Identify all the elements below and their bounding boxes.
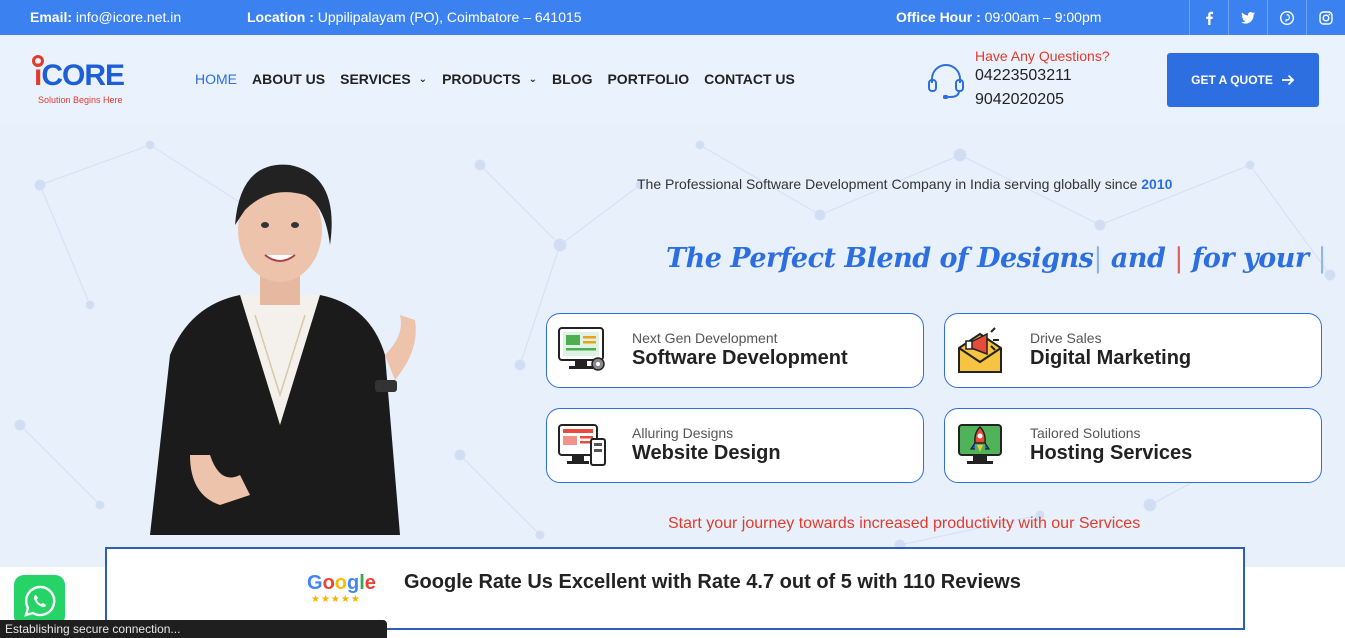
hero-section: The Professional Software Development Co… <box>0 125 1345 567</box>
website-design-icon <box>558 424 606 466</box>
service-title: Digital Marketing <box>1030 347 1192 369</box>
chevron-down-icon: ⌄ <box>528 73 538 85</box>
location-text: Uppilipalayam (PO), Coimbatore – 641015 <box>317 9 582 25</box>
location-label: Location : <box>247 9 314 25</box>
whatsapp-icon <box>23 585 55 617</box>
nav-home[interactable]: HOME <box>195 71 237 87</box>
phone-number-1[interactable]: 04223503211 <box>975 67 1072 85</box>
get-a-quote-button[interactable]: GET A QUOTE <box>1167 53 1319 107</box>
nav-about-label: ABOUT US <box>252 71 326 87</box>
pinterest-icon[interactable] <box>1267 0 1306 35</box>
office-hours-info: Office Hour : 09:00am – 9:00pm <box>896 9 1101 25</box>
headline-part-1: The Perfect Blend of Designs <box>666 243 1094 274</box>
site-header: iCORE Solution Begins Here HOME ABOUT US… <box>0 35 1345 125</box>
logo-mark: iCORE <box>34 59 125 93</box>
nav-blog-label: BLOG <box>552 71 593 87</box>
have-questions-text: Have Any Questions? <box>975 48 1110 64</box>
rating-text: Google Rate Us Excellent with Rate 4.7 o… <box>404 571 1021 593</box>
nav-about-us[interactable]: ABOUT US <box>252 71 325 87</box>
google-rating-banner[interactable]: Google ★★★★★ Google Rate Us Excellent wi… <box>105 547 1245 630</box>
office-hours-text: 09:00am – 9:00pm <box>984 9 1102 25</box>
arrow-right-icon <box>1281 74 1295 86</box>
google-logo: Google <box>307 572 376 594</box>
headline-part-3: for your <box>1191 243 1309 274</box>
service-subtitle: Next Gen Development <box>632 330 778 346</box>
hosting-services-icon <box>958 424 1002 464</box>
nav-contact-us[interactable]: CONTACT US <box>704 71 795 87</box>
nav-products-label: PRODUCTS <box>442 71 521 87</box>
social-links <box>1189 0 1345 35</box>
nav-services[interactable]: SERVICES ⌄ <box>340 71 427 87</box>
main-nav: HOME ABOUT US SERVICES ⌄ PRODUCTS ⌄ BLOG P… <box>195 71 810 87</box>
facebook-icon[interactable] <box>1189 0 1228 35</box>
service-card-website-design[interactable]: Alluring Designs Website Design <box>546 408 924 483</box>
nav-blog[interactable]: BLOG <box>552 71 592 87</box>
services-journey-text: Start your journey towards increased pro… <box>668 515 1141 532</box>
logo-tagline: Solution Begins Here <box>38 95 123 105</box>
nav-portfolio[interactable]: PORTFOLIO <box>607 71 689 87</box>
digital-marketing-icon <box>958 327 1002 373</box>
service-card-hosting-services[interactable]: Tailored Solutions Hosting Services <box>944 408 1322 483</box>
rating-stars-icon: ★★★★★ <box>311 594 361 605</box>
quote-button-label: GET A QUOTE <box>1191 73 1273 87</box>
service-subtitle: Alluring Designs <box>632 425 734 441</box>
twitter-icon[interactable] <box>1228 0 1267 35</box>
office-hours-label: Office Hour : <box>896 9 981 25</box>
email-label: Email: <box>30 9 73 25</box>
service-title: Software Development <box>632 347 848 369</box>
instagram-icon[interactable] <box>1306 0 1345 35</box>
browser-status-bar: Establishing secure connection... <box>0 620 387 638</box>
businesswoman-image <box>150 164 416 535</box>
nav-contact-label: CONTACT US <box>704 71 795 87</box>
headset-icon <box>928 64 964 99</box>
whatsapp-button[interactable] <box>14 575 65 626</box>
chevron-down-icon: ⌄ <box>418 73 428 85</box>
logo-text: CORE <box>41 59 125 92</box>
email-info[interactable]: Email: info@icore.net.in <box>30 9 181 25</box>
hero-year: 2010 <box>1141 176 1173 192</box>
nav-portfolio-label: PORTFOLIO <box>607 71 690 87</box>
top-info-bar: Email: info@icore.net.in Location : Uppi… <box>0 0 1345 35</box>
service-card-software-development[interactable]: Next Gen Development Software Developmen… <box>546 313 924 388</box>
headline-part-2: and <box>1110 243 1166 274</box>
location-info: Location : Uppilipalayam (PO), Coimbator… <box>247 9 582 25</box>
service-subtitle: Drive Sales <box>1030 330 1102 346</box>
service-title: Hosting Services <box>1030 442 1193 464</box>
hero-tagline: The Professional Software Development Co… <box>637 176 1172 192</box>
service-subtitle: Tailored Solutions <box>1030 425 1141 441</box>
hero-headline: The Perfect Blend of Designs| and | for … <box>666 243 1327 274</box>
service-card-digital-marketing[interactable]: Drive Sales Digital Marketing <box>944 313 1322 388</box>
icore-logo[interactable]: iCORE Solution Begins Here <box>28 53 138 113</box>
software-development-icon <box>558 327 605 371</box>
phone-number-2[interactable]: 9042020205 <box>975 91 1064 109</box>
service-title: Website Design <box>632 442 781 464</box>
nav-products[interactable]: PRODUCTS ⌄ <box>442 71 537 87</box>
nav-services-label: SERVICES <box>340 71 411 87</box>
email-link[interactable]: info@icore.net.in <box>76 9 181 25</box>
hero-tagline-text: The Professional Software Development Co… <box>637 176 1138 192</box>
nav-home-label: HOME <box>195 71 237 87</box>
